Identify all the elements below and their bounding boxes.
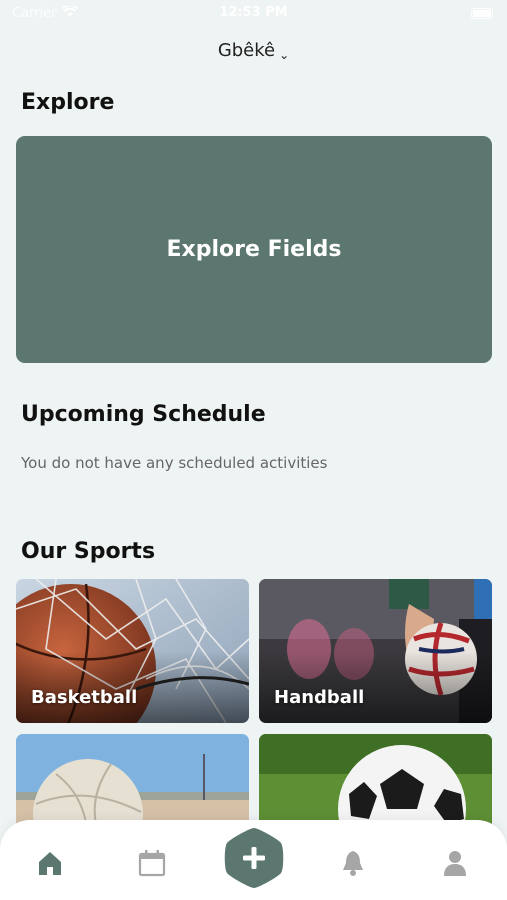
schedule-empty-text: You do not have any scheduled activities xyxy=(21,454,328,472)
profile-icon xyxy=(444,851,466,876)
tab-notifications[interactable] xyxy=(336,846,370,880)
our-sports-title: Our Sports xyxy=(21,539,156,564)
tab-calendar[interactable] xyxy=(135,846,169,880)
chevron-down-icon: ⌄ xyxy=(279,48,290,62)
bell-icon xyxy=(343,851,363,876)
location-selector[interactable]: Gbêkê ⌄ xyxy=(0,40,507,62)
battery-icon xyxy=(471,8,493,19)
upcoming-schedule-title: Upcoming Schedule xyxy=(21,402,266,427)
sport-label-handball: Handball xyxy=(274,687,365,708)
tab-profile[interactable] xyxy=(438,846,472,880)
explore-fields-label: Explore Fields xyxy=(166,237,342,262)
explore-title: Explore xyxy=(21,90,115,115)
status-bar: Carrier 12:53 PM xyxy=(0,0,507,28)
add-button[interactable] xyxy=(222,826,286,890)
location-label: Gbêkê xyxy=(217,40,276,61)
tab-home[interactable] xyxy=(33,846,67,880)
sport-card-basketball[interactable]: Basketball xyxy=(16,579,249,723)
sport-label-basketball: Basketball xyxy=(31,687,138,708)
sport-card-handball[interactable]: Handball xyxy=(259,579,492,723)
clock: 12:53 PM xyxy=(219,5,288,20)
calendar-icon xyxy=(138,850,166,877)
home-icon xyxy=(39,852,61,875)
add-icon xyxy=(224,828,284,888)
explore-fields-card[interactable]: Explore Fields xyxy=(16,136,492,363)
